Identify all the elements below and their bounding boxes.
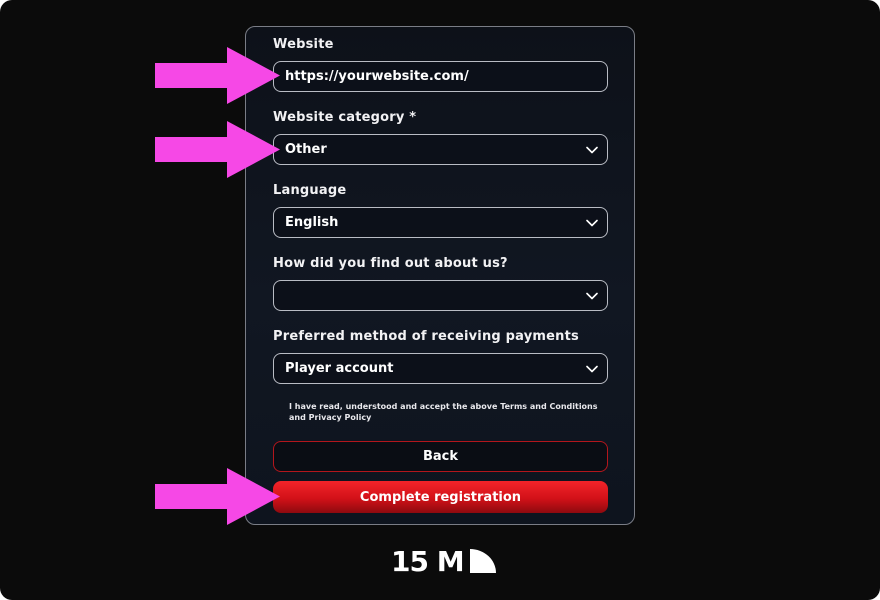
website-category-value: Other — [285, 142, 327, 157]
arrow-right-icon — [155, 47, 280, 104]
language-value: English — [285, 215, 339, 230]
screenshot-frame: Website https://yourwebsite.com/ Website… — [0, 0, 880, 600]
payment-method-select[interactable]: Player account — [273, 353, 608, 384]
back-button[interactable]: Back — [273, 441, 608, 472]
website-category-label: Website category * — [273, 110, 417, 125]
terms-consent-text[interactable]: I have read, understood and accept the a… — [289, 401, 614, 423]
referral-source-label: How did you find out about us? — [273, 256, 508, 271]
arrow-right-icon — [155, 121, 280, 178]
payment-method-label: Preferred method of receiving payments — [273, 329, 579, 344]
chevron-down-icon — [577, 354, 607, 383]
arrow-right-icon — [155, 468, 280, 525]
website-input[interactable]: https://yourwebsite.com/ — [273, 61, 608, 92]
chevron-down-icon — [577, 208, 607, 237]
logo-text: 15 M — [391, 544, 465, 578]
language-select[interactable]: English — [273, 207, 608, 238]
website-input-value: https://yourwebsite.com/ — [285, 69, 469, 84]
brand-logo: 15 M — [391, 544, 496, 578]
referral-source-select[interactable] — [273, 280, 608, 311]
website-category-select[interactable]: Other — [273, 134, 608, 165]
registration-form-panel: Website https://yourwebsite.com/ Website… — [245, 26, 635, 525]
logo-quarter-circle-icon — [469, 549, 496, 573]
complete-registration-button[interactable]: Complete registration — [273, 481, 608, 513]
payment-method-value: Player account — [285, 361, 394, 376]
website-label: Website — [273, 37, 334, 52]
chevron-down-icon — [577, 135, 607, 164]
language-label: Language — [273, 183, 347, 198]
chevron-down-icon — [577, 281, 607, 310]
